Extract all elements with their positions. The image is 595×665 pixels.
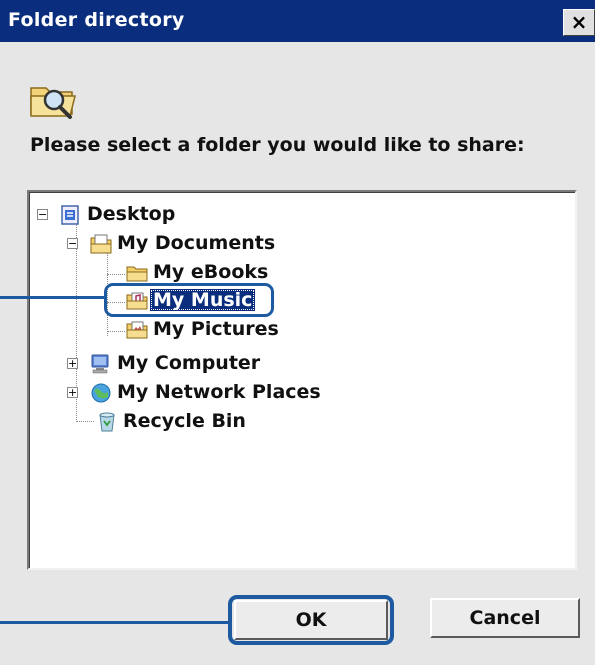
- tree-node-label: My eBooks: [153, 261, 269, 283]
- my-music-callout-ring: [104, 283, 274, 317]
- tree-connector: [76, 421, 94, 422]
- window-title: Folder directory: [8, 9, 185, 31]
- network-icon: [89, 382, 113, 408]
- desktop-icon: [59, 204, 81, 230]
- my-music-callout-line: [0, 296, 106, 299]
- instruction-text: Please select a folder you would like to…: [30, 134, 525, 156]
- ok-callout-line: [0, 621, 230, 624]
- computer-icon: [89, 353, 113, 379]
- recycle-bin-icon: [95, 411, 119, 437]
- tree-node-label: My Computer: [117, 352, 261, 374]
- collapse-toggle[interactable]: −: [37, 209, 48, 220]
- cancel-button-label: Cancel: [469, 607, 541, 629]
- ok-callout-ring: [228, 595, 394, 645]
- title-bar[interactable]: Folder directory ×: [0, 0, 595, 42]
- tree-node-label: Desktop: [87, 203, 176, 225]
- tree-node-label: My Network Places: [117, 381, 321, 403]
- cancel-button[interactable]: Cancel: [430, 598, 580, 638]
- expand-toggle[interactable]: +: [67, 358, 78, 369]
- documents-folder-icon: [89, 233, 113, 259]
- folder-tree[interactable]: − Desktop − My Documents My eBooks My Mu…: [27, 190, 577, 570]
- collapse-toggle[interactable]: −: [67, 238, 78, 249]
- pictures-folder-icon: [125, 319, 149, 345]
- folder-directory-dialog: Folder directory × Please select a folde…: [0, 0, 595, 665]
- tree-node-label: My Documents: [117, 232, 276, 254]
- tree-connector: [107, 331, 125, 332]
- tree-connector: [107, 274, 125, 275]
- close-button[interactable]: ×: [563, 9, 595, 36]
- tree-node-label: Recycle Bin: [123, 410, 246, 432]
- tree-node-label: My Pictures: [153, 318, 279, 340]
- expand-toggle[interactable]: +: [67, 387, 78, 398]
- folder-search-icon: [28, 78, 78, 124]
